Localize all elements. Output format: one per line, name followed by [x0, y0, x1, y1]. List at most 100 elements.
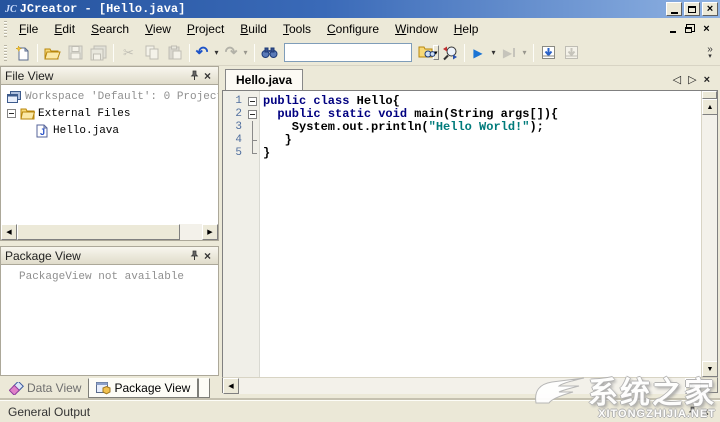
get-all-disabled-button[interactable] — [560, 42, 583, 64]
editor-hscrollbar[interactable]: ◀ ▶ — [222, 377, 718, 394]
scroll-left-button[interactable]: ◀ — [1, 224, 17, 240]
tree-item-hello-java[interactable]: J Hello.java — [1, 122, 218, 139]
fold-marker[interactable] — [246, 95, 260, 108]
save-all-button[interactable] — [87, 42, 110, 64]
svg-text:J: J — [40, 127, 45, 137]
undo-button[interactable]: ↶ — [193, 42, 211, 64]
maximize-button[interactable] — [684, 2, 700, 16]
menu-file[interactable]: File — [11, 19, 46, 39]
paste-button[interactable] — [163, 42, 186, 64]
scroll-down-button[interactable]: ▼ — [702, 361, 717, 377]
redo-icon: ↷ — [224, 44, 238, 61]
close-icon: × — [701, 404, 709, 419]
file-view-hscrollbar[interactable]: ◀ ▶ — [1, 224, 218, 240]
undo-dropdown-button[interactable]: ▾ — [211, 42, 222, 64]
file-view-panel: Workspace 'Default': 0 Projects External… — [0, 85, 219, 241]
tree-item-workspace[interactable]: Workspace 'Default': 0 Projects — [1, 88, 218, 105]
redo-button[interactable]: ↷ — [222, 42, 240, 64]
mdi-close-button[interactable]: × — [699, 23, 714, 36]
continue-button[interactable]: ▶ — [499, 42, 519, 64]
find-in-files-button[interactable] — [415, 42, 438, 64]
continue-icon: ▶ — [503, 46, 516, 60]
search-input[interactable] — [285, 44, 433, 61]
scroll-left-button[interactable]: ◀ — [223, 378, 239, 394]
menu-edit[interactable]: Edit — [46, 19, 83, 39]
menu-configure[interactable]: Configure — [319, 19, 387, 39]
find-button[interactable] — [258, 42, 281, 64]
tab-label: Package View — [114, 381, 191, 395]
fold-marker[interactable] — [246, 108, 260, 121]
editor-vscrollbar[interactable]: ▲ ▼ — [701, 91, 717, 377]
fold-marker — [246, 121, 260, 134]
scroll-right-icon: ▶ — [207, 229, 213, 236]
menu-view[interactable]: View — [137, 19, 179, 39]
run-dropdown-button[interactable]: ▾ — [488, 42, 499, 64]
continue-dropdown-button[interactable]: ▾ — [519, 42, 530, 64]
tree-item-external-files[interactable]: External Files — [1, 105, 218, 122]
toolbar-overflow-button[interactable]: » ▾ — [704, 44, 718, 60]
scroll-down-icon: ▼ — [706, 365, 714, 373]
tab-scroll-right-button[interactable]: ▷ — [688, 73, 696, 86]
scroll-left-icon: ◀ — [228, 383, 234, 390]
run-icon: ▶ — [473, 45, 483, 60]
get-all-button[interactable] — [537, 42, 560, 64]
scrollbar-thumb[interactable] — [17, 224, 180, 240]
maximize-icon — [688, 5, 696, 13]
tab-package-view[interactable]: Package View — [88, 378, 199, 398]
redo-dropdown-button[interactable]: ▾ — [240, 42, 251, 64]
tab-data-view[interactable]: Data View — [2, 378, 88, 398]
menu-search[interactable]: Search — [83, 19, 137, 39]
scroll-right-button[interactable]: ▶ — [202, 224, 218, 240]
close-icon: × — [706, 2, 714, 15]
file-view-pin-button[interactable] — [188, 69, 201, 82]
copy-button[interactable] — [140, 42, 163, 64]
mdi-restore-button[interactable] — [682, 23, 697, 36]
general-output-bar[interactable]: General Output × — [0, 400, 720, 422]
scroll-right-button[interactable]: ▶ — [685, 378, 701, 394]
code-area[interactable]: 1 public class Hello{2 public static void… — [223, 91, 701, 377]
tab-label: Data View — [27, 381, 82, 395]
toolbar-gripper[interactable] — [4, 44, 7, 61]
toolbar: ✂ ↶ ▾ ↷ ▾ ▾ ▶ ▾ ▶ ▾ » ▾ — [0, 40, 720, 66]
save-all-icon — [90, 45, 107, 60]
file-tree: Workspace 'Default': 0 Projects External… — [1, 85, 218, 224]
menu-window[interactable]: Window — [387, 19, 446, 39]
document-close-button[interactable]: × — [704, 74, 710, 86]
new-file-icon — [14, 44, 28, 60]
package-view-close-button[interactable]: × — [201, 249, 214, 262]
close-button[interactable]: × — [702, 2, 718, 16]
pin-icon — [688, 406, 697, 416]
run-button[interactable]: ▶ — [468, 42, 488, 64]
output-pin-button[interactable] — [686, 405, 699, 418]
code-line[interactable]: 5} — [223, 147, 701, 160]
scrollbar-split-handle[interactable] — [702, 91, 717, 99]
file-view-close-button[interactable]: × — [201, 69, 214, 82]
menu-project[interactable]: Project — [179, 19, 232, 39]
replace-in-files-button[interactable] — [438, 42, 461, 64]
code-line[interactable]: 4 } — [223, 134, 701, 147]
code-line[interactable]: 3 System.out.println("Hello World!"); — [223, 121, 701, 134]
mdi-minimize-button[interactable] — [665, 23, 680, 36]
save-button[interactable] — [64, 42, 87, 64]
menu-tools[interactable]: Tools — [275, 19, 319, 39]
open-file-button[interactable] — [41, 42, 64, 64]
scroll-up-button[interactable]: ▲ — [702, 99, 717, 115]
folder-icon — [19, 107, 35, 121]
menu-bar: File Edit Search View Project Build Tool… — [0, 18, 720, 40]
tab-scroll-left-button[interactable]: ◁ — [673, 73, 681, 86]
mdi-minimize-icon — [669, 31, 676, 33]
menu-help[interactable]: Help — [446, 19, 487, 39]
workspace-icon — [6, 90, 22, 104]
cut-button[interactable]: ✂ — [117, 42, 140, 64]
left-dock: File View × Workspace 'Default': 0 Proje… — [0, 66, 219, 400]
package-view-pin-button[interactable] — [188, 249, 201, 262]
new-file-button[interactable] — [11, 42, 34, 64]
minimize-button[interactable] — [666, 2, 682, 16]
menu-build[interactable]: Build — [232, 19, 275, 39]
editor-tab-hello-java[interactable]: Hello.java — [225, 69, 304, 90]
menubar-gripper[interactable] — [4, 21, 7, 37]
main-area: File View × Workspace 'Default': 0 Proje… — [0, 66, 720, 400]
package-view-message: PackageView not available — [19, 271, 185, 283]
collapse-icon[interactable] — [7, 109, 16, 118]
output-close-button[interactable]: × — [699, 405, 712, 418]
